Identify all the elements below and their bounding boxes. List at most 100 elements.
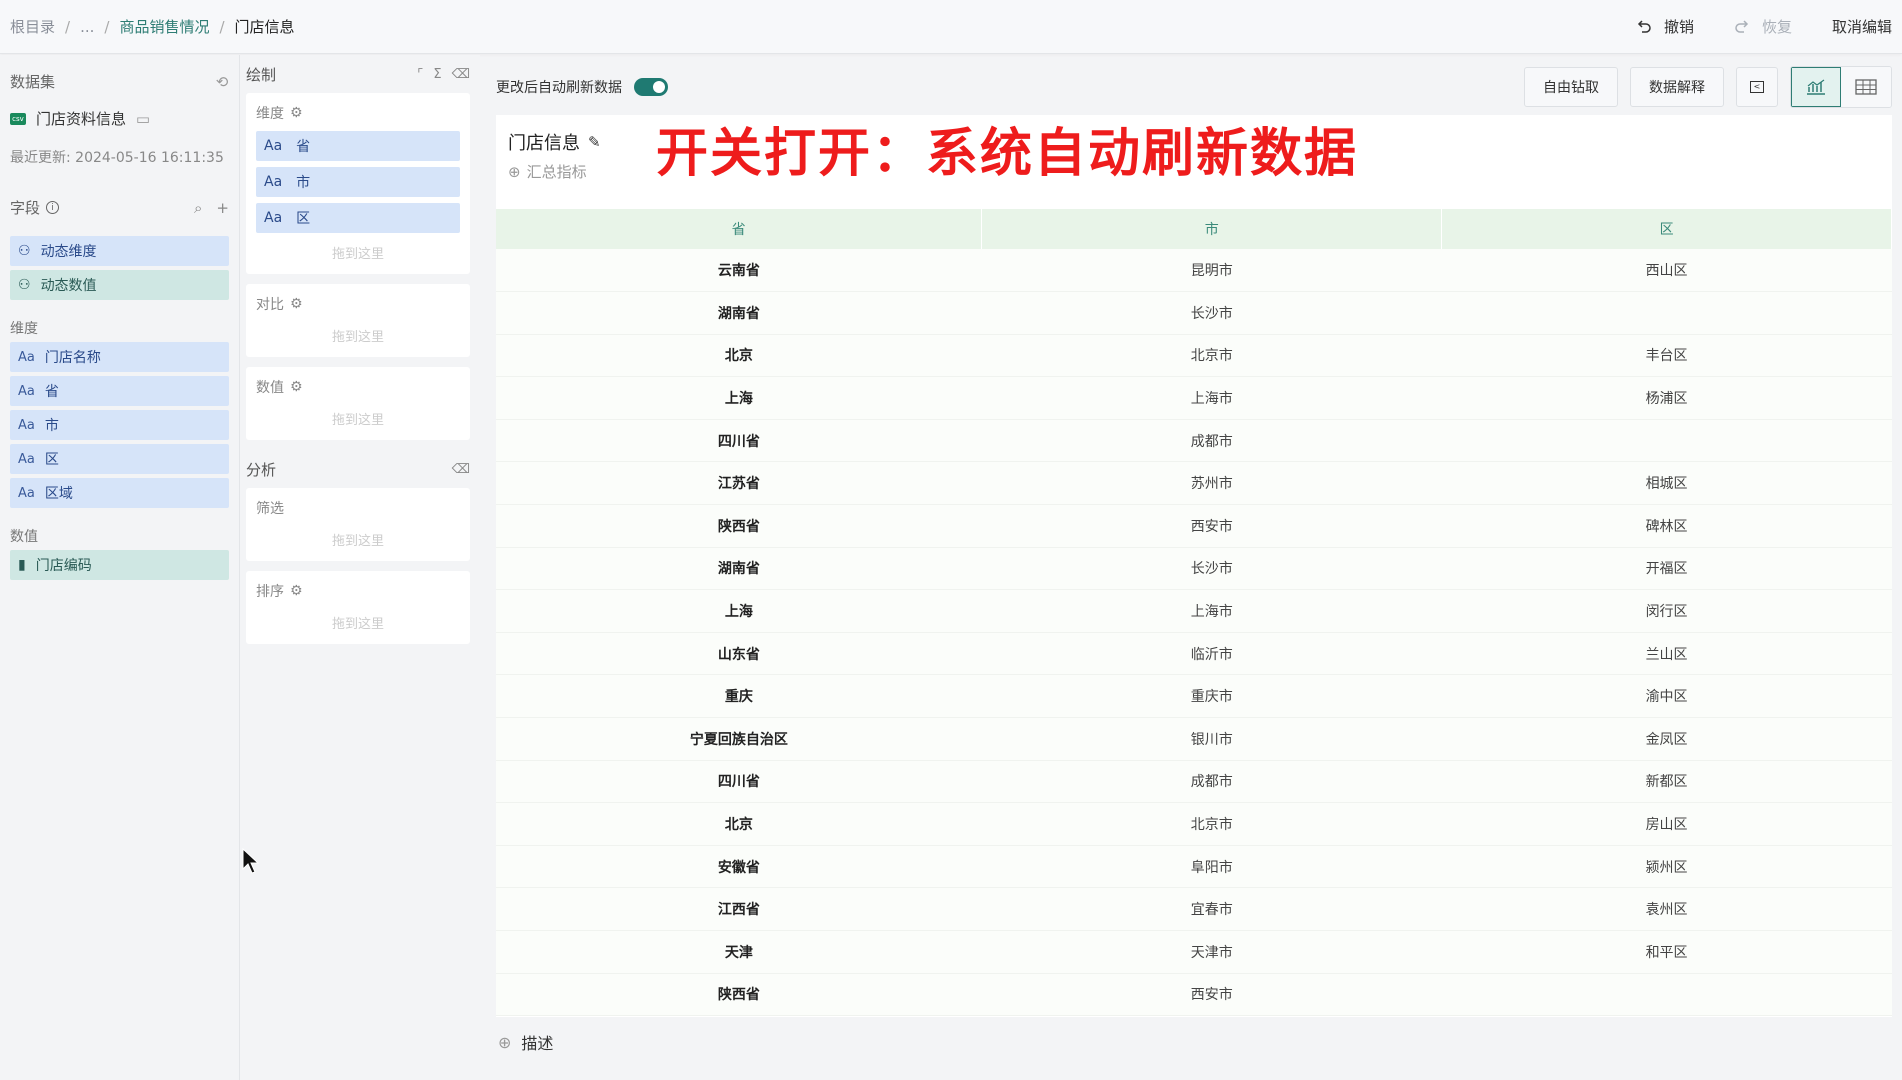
table-row[interactable]: 上海 上海市 闵行区 [496,589,1892,633]
cell-city: 上海市 [981,589,1442,633]
add-circle-icon: ⊕ [508,162,521,181]
field-label: 区 [44,452,59,468]
add-icon[interactable]: + [216,199,229,217]
gear-icon[interactable]: ⚙ [290,379,303,395]
field-store-code[interactable]: ▮ 门店编码 [10,550,229,580]
chart-view-button[interactable] [1791,67,1841,107]
breadcrumb-ellipsis[interactable]: ... [80,18,94,36]
table-row[interactable]: 江西省 宜春市 袁州区 [496,887,1892,931]
eraser-icon[interactable]: ⌫ [452,67,470,82]
chip-province[interactable]: Aa 省 [256,131,460,161]
column-header-city[interactable]: 市 [981,209,1443,249]
cell-city: 昆明市 [981,249,1442,293]
cancel-edit-label: 取消编辑 [1831,18,1892,36]
column-header-district[interactable]: 区 [1441,209,1892,249]
table-row[interactable]: 北京 北京市 房山区 [496,802,1892,846]
chip-city[interactable]: Aa 市 [256,167,460,197]
data-explain-button[interactable]: 数据解释 [1630,67,1724,107]
dynamic-icon: ⚇ [18,243,31,259]
chip-district[interactable]: Aa 区 [256,203,460,233]
cancel-edit-button[interactable]: 取消编辑 [1832,16,1892,37]
cell-district: 碑林区 [1441,504,1892,548]
text-type-icon: Aa [18,349,35,365]
cell-province: 安徽省 [496,845,982,889]
value-drop-zone[interactable]: 数值 ⚙ 拖到这里 [246,367,470,440]
field-label: 门店名称 [44,350,101,366]
field-district[interactable]: Aa 区 [10,444,229,474]
dimension-drop-zone[interactable]: 维度 ⚙ Aa 省 Aa 市 Aa 区 拖到这里 [246,93,470,274]
text-type-icon: Aa [18,417,35,433]
field-region[interactable]: Aa 区域 [10,478,229,508]
card-title[interactable]: 门店信息 [508,129,580,155]
sort-drop-zone[interactable]: 排序 ⚙ 拖到这里 [246,571,470,644]
drop-hint: 拖到这里 [331,534,384,549]
compare-drop-zone[interactable]: 对比 ⚙ 拖到这里 [246,284,470,357]
cell-province: 江西省 [496,887,982,931]
sigma-icon[interactable]: Σ [433,67,441,82]
dataset-row[interactable]: csv 门店资料信息 ▭ [10,108,229,129]
redo-button[interactable]: 恢复 [1734,16,1792,37]
breadcrumb-root[interactable]: 根目录 [10,16,55,37]
field-label: 市 [44,418,59,434]
cell-city: 苏州市 [981,461,1442,506]
analysis-title: 分析 [246,460,277,479]
switch-dataset-icon[interactable]: ⟲ [215,73,229,91]
cell-province: 陕西省 [496,973,982,1017]
table-row[interactable]: 重庆 重庆市 渝中区 [496,674,1892,719]
cell-province: 北京 [496,334,982,378]
summary-metric-button[interactable]: ⊕ 汇总指标 [508,161,587,182]
cell-city: 西安市 [981,504,1442,548]
drop-hint: 拖到这里 [331,413,384,428]
table-row[interactable]: 湖南省 长沙市 [496,291,1892,335]
eraser-icon[interactable]: ⌫ [452,462,470,477]
table-row[interactable]: 山东省 临沂市 兰山区 [496,632,1892,676]
search-icon[interactable]: ⌕ [194,199,202,217]
breadcrumb-separator: / [219,17,225,36]
cell-city: 宜春市 [981,887,1442,931]
table-row[interactable]: 上海 上海市 杨浦区 [496,376,1892,420]
fields-header: 字段 i ⌕ + [10,197,229,218]
collapse-panel-button[interactable]: < [1736,67,1778,107]
table-row[interactable]: 四川省 成都市 新都区 [496,760,1892,804]
field-province[interactable]: Aa 省 [10,376,229,406]
table-view-button[interactable] [1841,67,1891,107]
table-row[interactable]: 安徽省 阜阳市 颍州区 [496,845,1892,889]
text-type-icon: Aa [18,383,35,399]
cell-province: 天津 [496,930,982,974]
table-row[interactable]: 陕西省 西安市 碑林区 [496,504,1892,548]
table-row[interactable]: 云南省 昆明市 西山区 [496,249,1892,293]
auto-refresh-toggle[interactable] [634,78,668,96]
undo-button[interactable]: 撤销 [1636,16,1694,37]
gear-icon[interactable]: ⚙ [290,105,303,121]
table-row[interactable]: 宁夏回族自治区 银川市 金凤区 [496,717,1892,761]
preview-icon[interactable]: ▭ [136,110,150,128]
table-row[interactable]: 陕西省 西安市 [496,973,1892,1017]
field-dynamic-dimension[interactable]: ⚇ 动态维度 [10,236,229,266]
info-icon[interactable]: i [46,201,60,214]
field-city[interactable]: Aa 市 [10,410,229,440]
dimension-group-title: 维度 [10,321,38,337]
config-panel: 绘制 ⌜ Σ ⌫ 维度 ⚙ Aa 省 Aa 市 Aa 区 拖到这里 对比 ⚙ 拖到这里 数值 ⚙… [240,55,480,1080]
table-row[interactable]: 四川省 成都市 [496,419,1892,463]
field-dynamic-measure[interactable]: ⚇ 动态数值 [10,270,229,300]
edit-icon[interactable]: ✎ [588,133,601,151]
field-label: 省 [44,384,59,400]
field-store-name[interactable]: Aa 门店名称 [10,342,229,372]
table-row[interactable]: 天津 天津市 和平区 [496,930,1892,974]
field-label: 动态数值 [40,278,97,294]
filter-drop-zone[interactable]: 筛选 拖到这里 [246,488,470,561]
gear-icon[interactable]: ⚙ [290,296,303,312]
description-label: 描述 [521,1034,554,1053]
csv-icon: csv [10,112,26,125]
breadcrumb-parent[interactable]: 商品销售情况 [119,16,209,37]
column-header-province[interactable]: 省 [496,209,983,249]
undo-label: 撤销 [1663,18,1694,36]
free-drill-button[interactable]: 自由钻取 [1524,67,1618,107]
corner-icon[interactable]: ⌜ [417,67,423,82]
table-row[interactable]: 北京 北京市 丰台区 [496,334,1892,378]
table-row[interactable]: 江苏省 苏州市 相城区 [496,461,1892,506]
table-row[interactable]: 湖南省 长沙市 开福区 [496,547,1892,591]
add-description-button[interactable]: ⊕ 描述 [498,1030,553,1054]
chart-icon [1807,79,1825,95]
gear-icon[interactable]: ⚙ [290,583,303,599]
